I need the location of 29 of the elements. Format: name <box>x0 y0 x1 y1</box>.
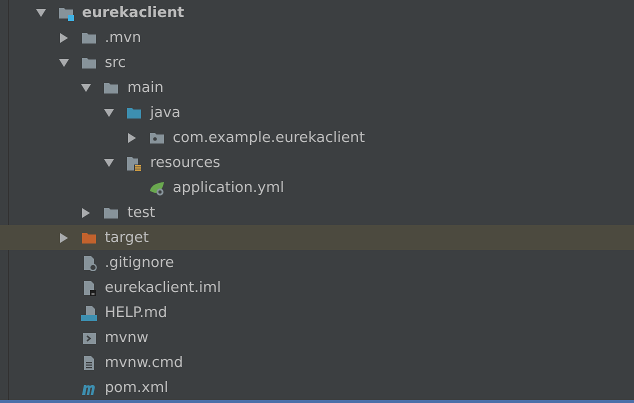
tree-item-label[interactable]: com.example.eurekaclient <box>172 130 365 146</box>
collapse-arrow-icon[interactable] <box>58 232 70 244</box>
collapse-arrow-icon[interactable] <box>126 132 138 144</box>
tree-item-label[interactable]: target <box>104 230 149 246</box>
tree-item-label[interactable]: resources <box>150 154 220 170</box>
expand-arrow-icon[interactable] <box>103 106 116 118</box>
tree-item-label[interactable]: application.yml <box>172 180 284 196</box>
expand-arrow-icon[interactable] <box>80 82 92 94</box>
tree-item-label[interactable]: mvnw <box>104 330 148 346</box>
collapse-arrow-icon[interactable] <box>80 206 92 218</box>
collapse-arrow-icon[interactable] <box>58 32 70 44</box>
markdown-file-icon <box>80 304 97 320</box>
selected-tree-row[interactable]: target <box>0 225 634 250</box>
tree-item-label[interactable]: pom.xml <box>104 380 168 396</box>
tree-item-label[interactable]: .gitignore <box>104 254 174 270</box>
leaf-file-icon <box>148 180 165 196</box>
tree-item-label[interactable]: .mvn <box>104 30 142 46</box>
expand-arrow-icon[interactable] <box>103 156 116 168</box>
tree-item-label[interactable]: src <box>104 54 126 70</box>
expand-arrow-icon[interactable] <box>58 56 70 68</box>
tree-item-label[interactable]: HELP.md <box>104 304 168 320</box>
tree-item-label[interactable]: eurekaclient.iml <box>104 280 222 296</box>
tree-item-label[interactable]: eurekaclient <box>82 4 184 20</box>
expand-arrow-icon[interactable] <box>35 6 47 18</box>
tree-item-label[interactable]: test <box>127 204 156 220</box>
tree-item-label[interactable]: mvnw.cmd <box>104 354 184 370</box>
tree-item-label[interactable]: java <box>150 104 180 120</box>
tree-item-label[interactable]: main <box>127 80 164 96</box>
resource-folder-icon <box>126 154 142 170</box>
